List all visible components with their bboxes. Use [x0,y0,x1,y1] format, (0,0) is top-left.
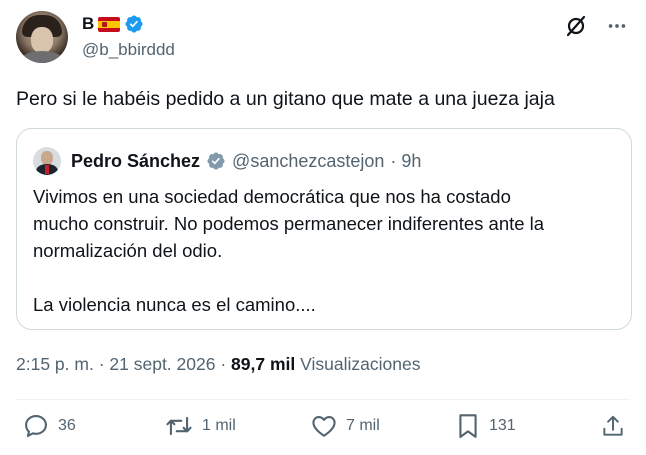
like-count: 7 mil [346,417,380,434]
repost-count: 1 mil [202,417,236,434]
meta-separator: · [98,354,105,374]
views-count: 89,7 mil [231,354,296,374]
author-name-row: B [82,14,144,34]
meta-separator: · [220,354,227,374]
reply-button[interactable]: 36 [22,412,76,440]
quoted-tweet[interactable]: Pedro Sánchez @sanchezcastejon · 9h Vivi… [16,128,632,330]
bookmark-icon [459,414,477,438]
tweet-text: Pero si le habéis pedido a un gitano que… [16,88,555,110]
spain-flag-icon [98,16,121,32]
author-handle[interactable]: @b_bbirddd [82,40,175,60]
quoted-author-name[interactable]: Pedro Sánchez [71,151,200,172]
quoted-text-line: mucho construir. No podemos permanecer i… [33,213,545,234]
tweet-date[interactable]: 21 sept. 2026 [109,354,215,374]
quoted-text-line: La violencia nunca es el camino.... [33,294,316,315]
reply-icon [25,415,47,437]
quoted-author-handle[interactable]: @sanchezcastejon [232,151,384,172]
heart-icon [312,415,336,437]
quoted-text-line: normalización del odio. [33,240,223,261]
share-button[interactable] [600,412,626,440]
bookmark-count: 131 [489,417,516,434]
government-verified-badge-icon[interactable] [206,151,226,171]
tweet-meta: 2:15 p. m. · 21 sept. 2026 · 89,7 mil Vi… [16,354,420,375]
tweet-actions: 36 1 mil 7 mil 131 [0,412,646,452]
views-label: Visualizaciones [300,354,421,374]
tweet-time[interactable]: 2:15 p. m. [16,354,94,374]
like-button[interactable]: 7 mil [310,412,380,440]
divider [16,399,630,400]
author-display-name[interactable]: B [82,14,94,34]
quoted-tweet-time[interactable]: · 9h [390,151,421,172]
repost-icon [166,416,192,436]
author-avatar[interactable] [16,11,68,63]
share-icon [603,415,623,436]
quoted-author-avatar[interactable] [33,147,61,175]
more-options-icon[interactable] [606,15,628,37]
verified-badge-icon[interactable] [124,14,144,34]
bookmark-button[interactable]: 131 [455,412,516,440]
quoted-text-line: Vivimos en una sociedad democrática que … [33,186,511,207]
tweet-top-actions [564,14,628,38]
grok-icon[interactable] [564,14,588,38]
quoted-tweet-header: Pedro Sánchez @sanchezcastejon · 9h [33,147,421,175]
quoted-tweet-body: Vivimos en una sociedad democrática que … [33,183,544,318]
reply-count: 36 [58,417,76,434]
repost-button[interactable]: 1 mil [164,412,236,440]
